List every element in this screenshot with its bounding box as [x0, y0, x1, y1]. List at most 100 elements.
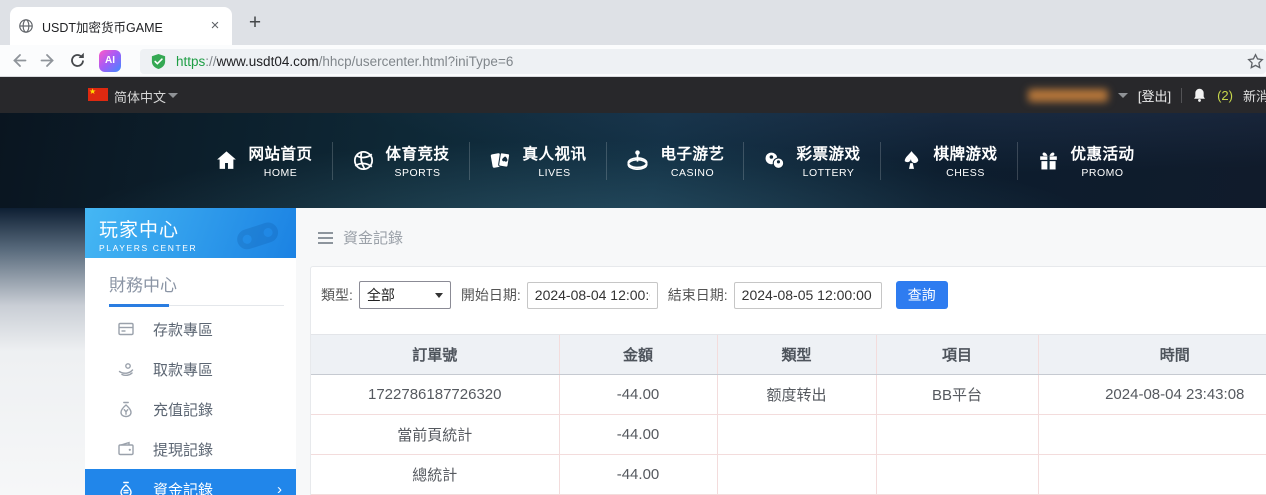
cell-type	[717, 415, 876, 455]
nav-item-lives[interactable]: 真人视讯 LIVES	[469, 130, 606, 192]
heading-underline	[109, 305, 284, 306]
tab-title: USDT加密货币GAME	[42, 17, 202, 36]
url-separator: ://	[205, 54, 216, 69]
url-host: www.usdt04.com	[217, 54, 319, 69]
chevron-down-icon[interactable]	[168, 93, 178, 98]
sidebar-item-funds-records[interactable]: 資金記錄 ›	[85, 469, 296, 495]
nav-item-promo[interactable]: 优惠活动 PROMO	[1017, 130, 1154, 192]
type-select-value: 全部	[367, 285, 395, 305]
col-item: 項目	[876, 335, 1038, 375]
url-scheme: https	[176, 54, 205, 69]
cell-time	[1038, 415, 1266, 455]
hamburger-icon[interactable]	[318, 229, 333, 247]
chevron-down-icon[interactable]	[1118, 93, 1128, 98]
col-type: 類型	[717, 335, 876, 375]
username-redacted[interactable]	[1028, 89, 1108, 102]
home-icon	[214, 148, 239, 173]
cell-time: 2024-08-04 23:43:08	[1038, 375, 1266, 415]
table-row-grand-total: 總統計 -44.00	[311, 455, 1266, 495]
nav-item-lottery[interactable]: 彩票游戏 LOTTERY	[743, 130, 880, 192]
sidebar-item-label: 資金記錄	[153, 479, 213, 495]
main-content: 資金記錄 類型: 全部 開始日期: 結束日期: 查詢 訂單號	[296, 208, 1266, 495]
table-header-row: 訂單號 金額 類型 項目 時間	[311, 335, 1266, 375]
table-row: 1722786187726320 -44.00 额度转出 BB平台 2024-0…	[311, 375, 1266, 415]
account-bar: ★ 简体中文 [登出] (2) 新消息	[0, 77, 1266, 113]
cell-item	[876, 455, 1038, 495]
new-messages-link[interactable]: 新消息	[1243, 86, 1266, 105]
address-bar[interactable]: https://www.usdt04.com/hhcp/usercenter.h…	[140, 49, 1266, 74]
cell-order-no: 當前頁統計	[311, 415, 559, 455]
cell-item: BB平台	[876, 375, 1038, 415]
cell-order-no: 總統計	[311, 455, 559, 495]
chevron-right-icon: ›	[277, 481, 282, 495]
sidebar-item-withdrawal-records[interactable]: 提現記錄	[85, 429, 296, 469]
funds-records-table: 訂單號 金額 類型 項目 時間 1722786187726320 -44.00 …	[311, 334, 1266, 495]
start-date-input[interactable]	[527, 282, 658, 309]
funds-bag-icon	[117, 480, 135, 495]
playing-cards-icon	[488, 148, 513, 173]
sidebar-item-label: 取款專區	[153, 359, 213, 380]
breadcrumb: 資金記錄	[318, 227, 403, 248]
cell-amount: -44.00	[559, 415, 717, 455]
chevron-down-icon	[435, 293, 443, 298]
main-navigation: 网站首页 HOME 体育竞技 SPORTS 真人视讯 LIVES	[0, 113, 1266, 208]
sidebar-item-label: 提現記錄	[153, 439, 213, 460]
ai-extension-icon[interactable]: AI	[99, 50, 121, 72]
gamepad-icon	[228, 214, 286, 254]
table-row-page-total: 當前頁統計 -44.00	[311, 415, 1266, 455]
hand-coin-icon	[117, 360, 135, 378]
bell-icon[interactable]	[1192, 87, 1207, 103]
sidebar-menu: 存款專區 取款專區 充值記錄	[85, 309, 296, 495]
sidebar-item-deposit[interactable]: 存款專區	[85, 309, 296, 349]
new-tab-button[interactable]: +	[242, 11, 268, 37]
players-center-banner: 玩家中心 PLAYERS CENTER	[85, 208, 296, 258]
filter-bar: 類型: 全部 開始日期: 結束日期: 查詢	[311, 267, 1266, 309]
nav-item-home[interactable]: 网站首页 HOME	[195, 130, 332, 192]
secure-shield-icon[interactable]	[150, 53, 167, 70]
message-count[interactable]: (2)	[1217, 88, 1233, 103]
end-date-input[interactable]	[734, 282, 882, 309]
basketball-icon	[351, 148, 376, 173]
gift-icon	[1036, 148, 1061, 173]
bookmark-star-icon[interactable]	[1247, 53, 1264, 70]
cell-time	[1038, 455, 1266, 495]
sidebar-item-recharge-records[interactable]: 充值記錄	[85, 389, 296, 429]
refresh-icon[interactable]	[68, 51, 87, 70]
col-order-no: 訂單號	[311, 335, 559, 375]
nav-item-sports[interactable]: 体育竞技 SPORTS	[332, 130, 469, 192]
back-icon[interactable]	[10, 51, 29, 70]
logout-link[interactable]: [登出]	[1138, 86, 1171, 105]
sidebar: 玩家中心 PLAYERS CENTER 財務中心	[85, 208, 296, 495]
start-date-label: 開始日期:	[461, 285, 521, 305]
end-date-label: 結束日期:	[668, 285, 728, 305]
type-label: 類型:	[321, 285, 353, 305]
forward-icon[interactable]	[38, 51, 57, 70]
type-select[interactable]: 全部	[359, 281, 451, 309]
cell-order-no: 1722786187726320	[311, 375, 559, 415]
sidebar-item-withdraw[interactable]: 取款專區	[85, 349, 296, 389]
nav-item-chess[interactable]: 棋牌游戏 CHESS	[880, 130, 1017, 192]
url-text: https://www.usdt04.com/hhcp/usercenter.h…	[176, 54, 513, 69]
language-selector[interactable]: 简体中文	[114, 87, 166, 106]
finance-center-heading: 財務中心	[109, 271, 296, 296]
browser-tab[interactable]: USDT加密货币GAME ×	[10, 7, 232, 45]
nav-item-casino[interactable]: 电子游艺 CASINO	[606, 130, 743, 192]
browser-toolbar: AI https://www.usdt04.com/hhcp/usercente…	[0, 45, 1266, 77]
money-bag-icon	[117, 400, 135, 418]
search-button[interactable]: 查詢	[896, 281, 948, 309]
tab-strip: USDT加密货币GAME × +	[0, 0, 1266, 45]
page-background	[0, 208, 85, 495]
records-panel: 類型: 全部 開始日期: 結束日期: 查詢 訂單號 金額 類型	[310, 266, 1266, 495]
china-flag-icon: ★	[88, 88, 108, 101]
cell-item	[876, 415, 1038, 455]
roulette-icon	[624, 147, 651, 174]
deposit-card-icon	[117, 320, 135, 338]
cell-type	[717, 455, 876, 495]
cell-amount: -44.00	[559, 375, 717, 415]
divider	[1181, 88, 1182, 103]
sidebar-item-label: 充值記錄	[153, 399, 213, 420]
spade-icon	[899, 148, 924, 173]
col-time: 時間	[1038, 335, 1266, 375]
close-icon[interactable]: ×	[206, 17, 224, 35]
cell-amount: -44.00	[559, 455, 717, 495]
